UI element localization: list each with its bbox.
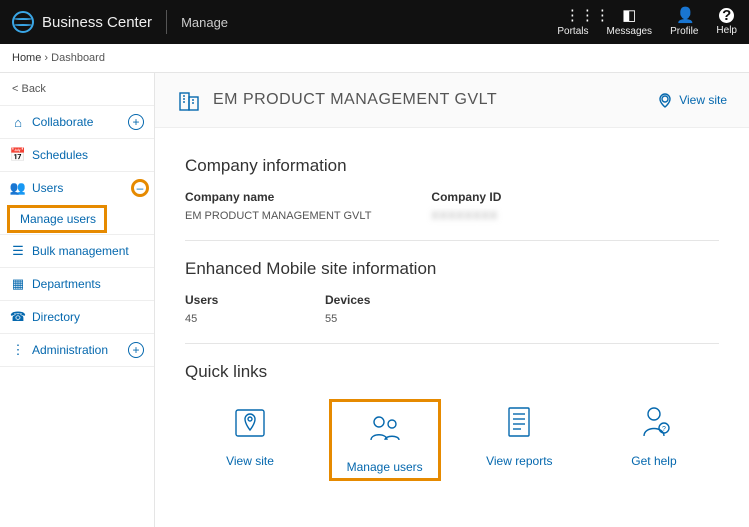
sidebar-item-directory[interactable]: ☎ Directory (0, 300, 154, 333)
nav-label: Messages (606, 26, 652, 37)
company-id-value: XXXXXXXX (431, 210, 501, 222)
quicklink-label: View site (226, 454, 274, 468)
breadcrumb-home[interactable]: Home (12, 52, 41, 64)
breadcrumb: Home › Dashboard (0, 44, 749, 73)
directory-icon: ☎ (10, 309, 26, 325)
grid-icon: ⋮⋮⋮ (565, 8, 581, 24)
help-icon: ? (719, 8, 734, 23)
att-logo-icon (12, 11, 34, 33)
breadcrumb-current: Dashboard (51, 52, 105, 64)
sidebar-item-label: Bulk management (32, 244, 129, 258)
page-header: EM PRODUCT MANAGEMENT GVLT View site (155, 73, 749, 128)
quick-links-heading: Quick links (185, 362, 719, 382)
bulk-icon: ☰ (10, 243, 26, 259)
tab-manage[interactable]: Manage (181, 15, 228, 30)
admin-icon: ⋮ (10, 342, 26, 358)
collapse-icon[interactable]: – (132, 180, 148, 196)
nav-help[interactable]: ? Help (716, 8, 737, 37)
sidebar-item-collaborate[interactable]: ⌂ Collaborate + (0, 105, 154, 138)
company-id-label: Company ID (431, 190, 501, 204)
nav-label: Profile (670, 26, 698, 37)
quicklink-view-reports[interactable]: View reports (464, 400, 574, 480)
sidebar-item-label: Departments (32, 277, 101, 291)
divider (185, 240, 719, 241)
document-icon (499, 402, 539, 442)
departments-icon: ▦ (10, 276, 26, 292)
sidebar: < Back ⌂ Collaborate + 📅 Schedules 👥 Use… (0, 73, 155, 527)
location-icon (657, 92, 673, 108)
breadcrumb-sep: › (44, 52, 48, 64)
profile-icon: 👤 (676, 8, 692, 24)
nav-label: Portals (557, 26, 588, 37)
brand-title: Business Center (42, 14, 152, 31)
nav-messages[interactable]: ◧ Messages (606, 8, 652, 37)
main-content: EM PRODUCT MANAGEMENT GVLT View site Com… (155, 73, 749, 527)
users-label: Users (185, 293, 265, 307)
company-info-heading: Company information (185, 156, 719, 176)
users-icon: 👥 (10, 180, 26, 196)
users-value: 45 (185, 313, 265, 325)
company-name-value: EM PRODUCT MANAGEMENT GVLT (185, 210, 371, 222)
quicklink-label: Manage users (347, 460, 423, 474)
divider (166, 10, 167, 34)
top-bar: Business Center Manage ⋮⋮⋮ Portals ◧ Mes… (0, 0, 749, 44)
sidebar-item-schedules[interactable]: 📅 Schedules (0, 138, 154, 171)
view-site-label: View site (679, 93, 727, 107)
sidebar-back[interactable]: < Back (0, 73, 154, 105)
sidebar-item-bulk[interactable]: ☰ Bulk management (0, 234, 154, 267)
message-icon: ◧ (621, 8, 637, 24)
sidebar-item-users[interactable]: 👥 Users – (0, 171, 154, 204)
quicklink-label: View reports (486, 454, 552, 468)
sidebar-item-label: Users (32, 181, 63, 195)
sidebar-item-label: Administration (32, 343, 108, 357)
sidebar-item-administration[interactable]: ⋮ Administration + (0, 333, 154, 367)
devices-label: Devices (325, 293, 370, 307)
site-info-heading: Enhanced Mobile site information (185, 259, 719, 279)
quicklink-label: Get help (631, 454, 676, 468)
users-group-icon (365, 408, 405, 448)
divider (185, 343, 719, 344)
svg-text:?: ? (662, 426, 666, 433)
quicklink-manage-users[interactable]: Manage users (330, 400, 440, 480)
nav-profile[interactable]: 👤 Profile (670, 8, 698, 37)
sidebar-item-label: Directory (32, 310, 80, 324)
nav-label: Help (716, 25, 737, 36)
sidebar-item-label: Schedules (32, 148, 88, 162)
expand-icon[interactable]: + (128, 114, 144, 130)
map-pin-icon (230, 402, 270, 442)
sidebar-item-label: Collaborate (32, 115, 93, 129)
quicklink-get-help[interactable]: ? Get help (599, 400, 709, 480)
page-title: EM PRODUCT MANAGEMENT GVLT (213, 91, 497, 109)
sidebar-subitem-manage-users[interactable]: Manage users (8, 206, 106, 232)
devices-value: 55 (325, 313, 370, 325)
calendar-icon: 📅 (10, 147, 26, 163)
sidebar-item-departments[interactable]: ▦ Departments (0, 267, 154, 300)
building-icon (177, 87, 203, 113)
home-icon: ⌂ (10, 115, 26, 130)
view-site-link[interactable]: View site (657, 92, 727, 108)
company-name-label: Company name (185, 190, 371, 204)
nav-portals[interactable]: ⋮⋮⋮ Portals (557, 8, 588, 37)
expand-icon[interactable]: + (128, 342, 144, 358)
quicklink-view-site[interactable]: View site (195, 400, 305, 480)
person-help-icon: ? (634, 402, 674, 442)
